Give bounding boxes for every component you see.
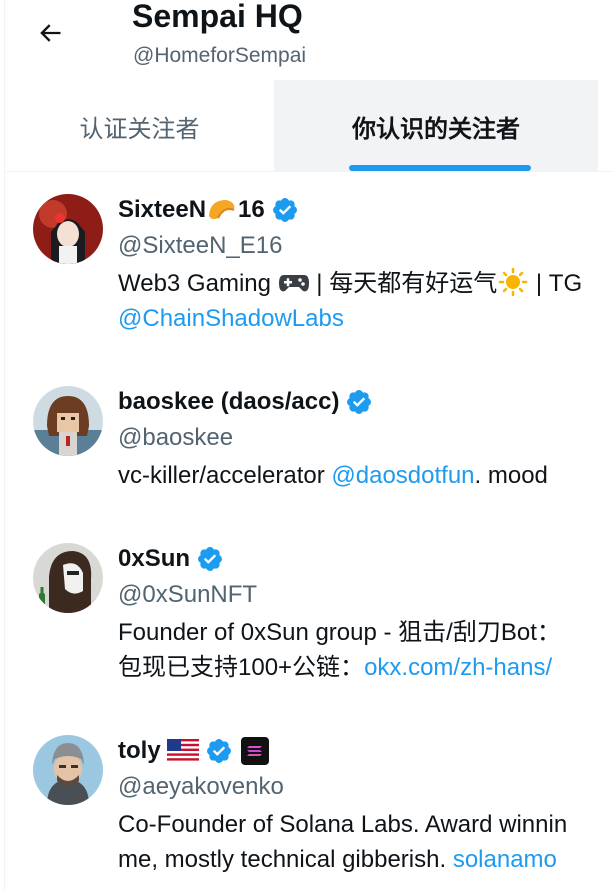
- user-cell[interactable]: toly @aeyakovenko Co-Founder of Solana L…: [5, 735, 613, 891]
- verified-badge-icon: [347, 390, 372, 414]
- bio-text: 包现已支持100+公链：: [118, 654, 365, 681]
- tab-bar: 认证关注者 你认识的关注者: [5, 80, 613, 172]
- user-bio: Founder of 0xSun group - 狙击/刮刀Bot：: [118, 615, 613, 650]
- user-bio-line2: @ChainShadowLabs: [118, 301, 613, 336]
- avatar[interactable]: [33, 386, 103, 456]
- gamepad-icon: [278, 275, 309, 292]
- name-row: SixteeN 16: [118, 194, 613, 226]
- user-handle[interactable]: @baoskee: [118, 424, 613, 454]
- user-bio-line2: 包现已支持100+公链：okx.com/zh-hans/: [118, 650, 613, 685]
- tab-followers-you-know[interactable]: 你认识的关注者: [274, 80, 598, 172]
- bio-text: Co-Founder of Solana Labs. Award winnin: [118, 811, 568, 838]
- user-cell[interactable]: baoskee (daos/acc) @baoskee vc-killer/ac…: [5, 386, 613, 516]
- display-name[interactable]: 0xSun: [118, 545, 190, 573]
- user-handle[interactable]: @0xSunNFT: [118, 581, 613, 611]
- user-bio: Co-Founder of Solana Labs. Award winnin: [118, 807, 613, 842]
- display-name-suffix: 16: [238, 196, 265, 223]
- name-row: 0xSun: [118, 543, 613, 575]
- verified-badge-icon: [206, 739, 231, 763]
- bio-text: Founder of 0xSun group - 狙击/刮刀Bot：: [118, 619, 561, 646]
- tab-label: 你认识的关注者: [352, 115, 520, 143]
- page-handle: @HomeforSempai: [133, 44, 307, 67]
- us-flag-icon: [166, 739, 199, 763]
- user-cell[interactable]: 0xSun @0xSunNFT Founder of 0xSun group -…: [5, 543, 613, 703]
- back-button[interactable]: [30, 13, 70, 53]
- bio-text: Web3 Gaming: [118, 270, 278, 297]
- user-bio-line2: me, mostly technical gibberish. solanamo: [118, 842, 613, 877]
- bio-text: | 每天都有好运气: [309, 270, 498, 297]
- sun-icon: [498, 267, 528, 297]
- bio-text: vc-killer/accelerator: [118, 462, 332, 489]
- user-info: SixteeN 16 @SixteeN_E16 Web3 Gaming | 每天…: [118, 194, 613, 336]
- bio-url-link[interactable]: solanamo: [453, 846, 557, 873]
- user-bio: vc-killer/accelerator @daosdotfun. mood: [118, 458, 613, 493]
- display-name[interactable]: toly: [118, 737, 161, 765]
- user-info: baoskee (daos/acc) @baoskee vc-killer/ac…: [118, 386, 613, 493]
- verified-badge-icon: [198, 547, 222, 571]
- name-row: baoskee (daos/acc): [118, 386, 613, 418]
- tab-label: 认证关注者: [79, 115, 200, 143]
- avatar[interactable]: [33, 543, 103, 613]
- verified-badge-icon: [272, 198, 297, 222]
- bio-text: me, mostly technical gibberish.: [118, 846, 453, 873]
- bio-url-link[interactable]: okx.com/zh-hans/: [364, 654, 552, 681]
- user-handle[interactable]: @aeyakovenko: [118, 773, 613, 803]
- tab-verified-followers[interactable]: 认证关注者: [5, 80, 274, 172]
- fortune-cookie-icon: [209, 200, 235, 220]
- active-tab-indicator: [349, 165, 531, 171]
- user-bio: Web3 Gaming | 每天都有好运气 | TG: [118, 266, 613, 301]
- bio-mention-link[interactable]: @daosdotfun: [331, 462, 474, 489]
- bio-text: . mood: [474, 462, 548, 489]
- avatar[interactable]: [33, 735, 103, 805]
- profile-header: Sempai HQ @HomeforSempai: [0, 0, 613, 80]
- display-name[interactable]: baoskee (daos/acc): [118, 388, 339, 416]
- followers-page: Sempai HQ @HomeforSempai 认证关注者 你认识的关注者 S…: [0, 0, 613, 891]
- arrow-left-icon: [40, 24, 61, 42]
- bio-text: | TG: [529, 270, 583, 297]
- bio-mention-link[interactable]: @ChainShadowLabs: [118, 305, 344, 332]
- avatar[interactable]: [33, 194, 103, 264]
- user-info: toly @aeyakovenko Co-Founder of Solana L…: [118, 735, 613, 877]
- user-handle[interactable]: @SixteeN_E16: [118, 232, 613, 262]
- user-info: 0xSun @0xSunNFT Founder of 0xSun group -…: [118, 543, 613, 685]
- display-name[interactable]: SixteeN: [118, 196, 206, 224]
- name-row: toly: [118, 735, 613, 767]
- solana-logo-icon[interactable]: [240, 737, 269, 765]
- user-cell[interactable]: SixteeN 16 @SixteeN_E16 Web3 Gaming | 每天…: [5, 194, 613, 354]
- page-title: Sempai HQ: [132, 0, 303, 34]
